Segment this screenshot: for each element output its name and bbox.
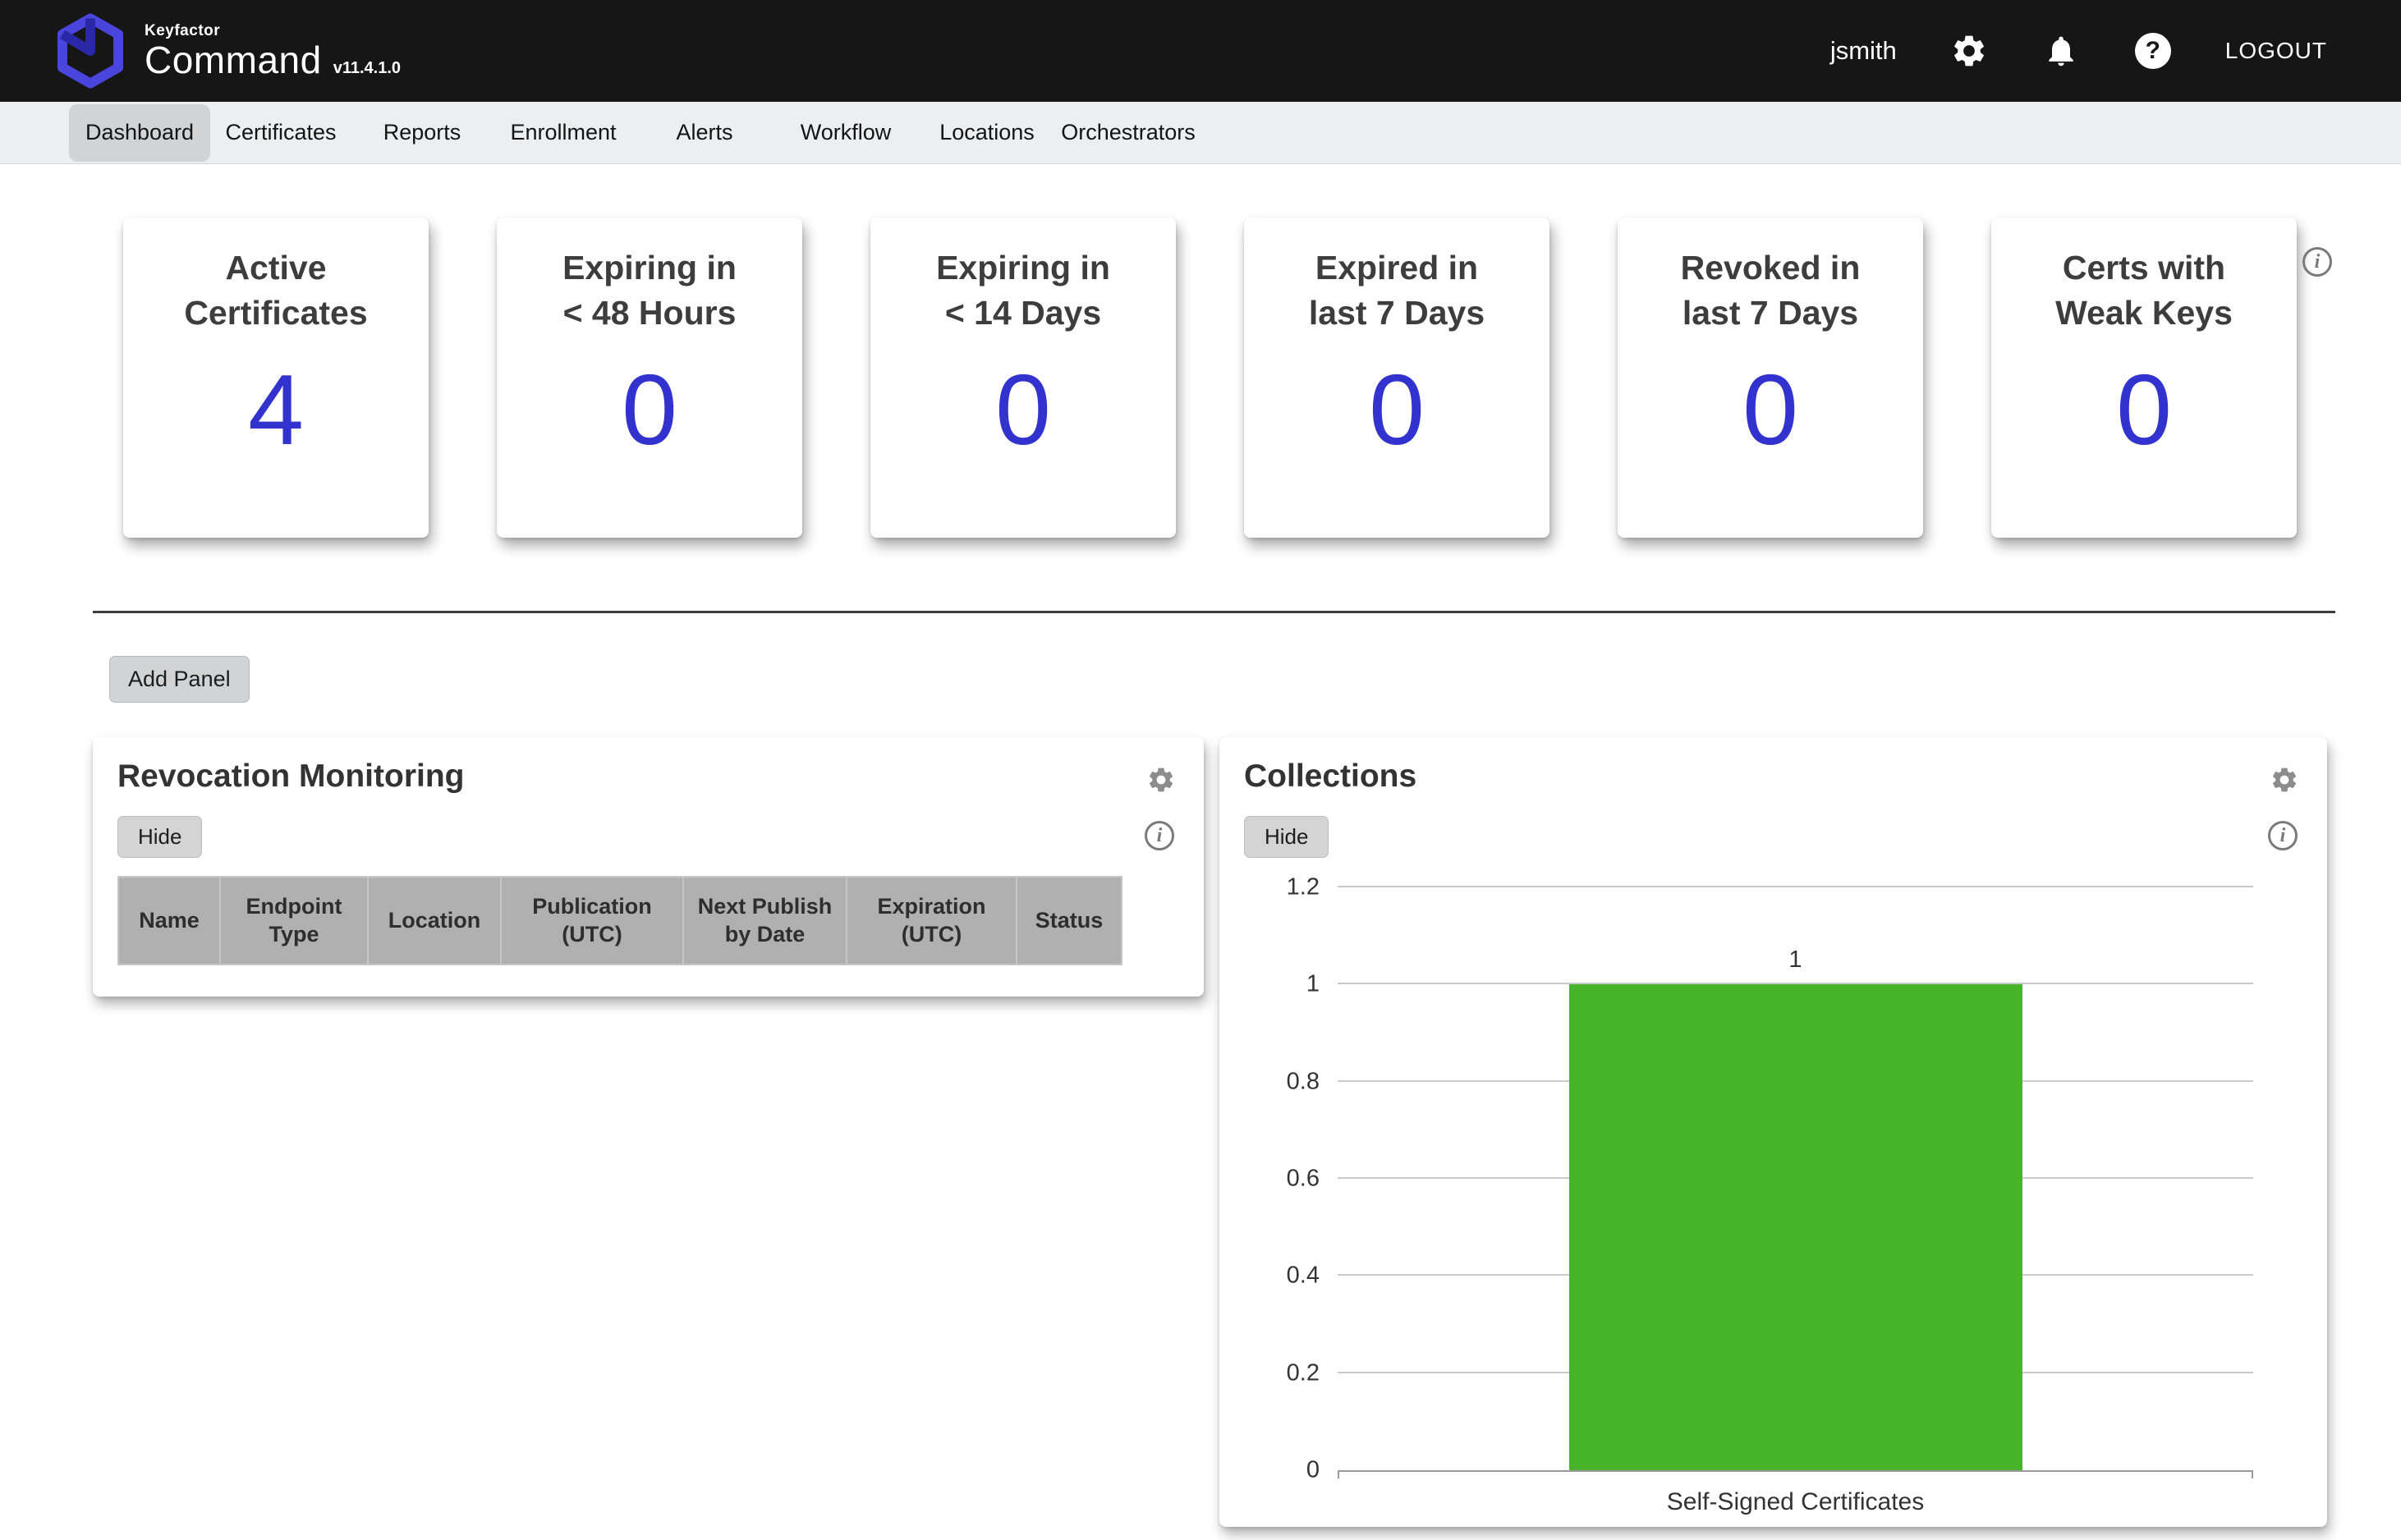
tab-workflow[interactable]: Workflow [775, 104, 916, 162]
dashboard-content: i ActiveCertificates 4 Expiring in< 48 H… [0, 218, 2401, 1527]
col-header-next-publish[interactable]: Next Publish by Date [683, 877, 847, 965]
brand-top-label: Keyfactor [145, 22, 322, 40]
notifications-bell-icon[interactable] [2041, 31, 2081, 71]
card-value: 4 [248, 360, 304, 460]
col-header-endpoint-type[interactable]: Endpoint Type [220, 877, 368, 965]
revocation-table-header-row: Name Endpoint Type Location Publication … [118, 877, 1122, 965]
revocation-table: Name Endpoint Type Location Publication … [117, 876, 1122, 965]
card-value: 0 [995, 360, 1051, 460]
top-bar: Keyfactor Command v11.4.1.0 jsmith ? LOG… [0, 0, 2401, 102]
stat-cards-row: ActiveCertificates 4 Expiring in< 48 Hou… [0, 218, 2401, 538]
card-weak-keys: Certs withWeak Keys 0 [1991, 218, 2297, 538]
help-question-glyph: ? [2135, 33, 2171, 69]
collections-panel: Collections i Hide 00.20.40.60.811.2 1 [1219, 737, 2327, 1527]
keyfactor-logo-icon [53, 13, 128, 89]
settings-gear-icon[interactable] [1949, 31, 1989, 71]
collections-chart: 00.20.40.60.811.2 1 [1313, 887, 2253, 1470]
username-label[interactable]: jsmith [1830, 36, 1897, 66]
gridline [1338, 886, 2253, 887]
card-value: 0 [622, 360, 677, 460]
y-tick-label: 0 [1306, 1457, 1320, 1484]
card-expiring-48h: Expiring in< 48 Hours 0 [497, 218, 802, 538]
y-tick-label: 0.6 [1287, 1166, 1320, 1193]
tab-reports[interactable]: Reports [351, 104, 493, 162]
tab-locations[interactable]: Locations [916, 104, 1058, 162]
card-title: ActiveCertificates [184, 245, 367, 337]
card-expired-7d: Expired inlast 7 Days 0 [1244, 218, 1549, 538]
main-nav: Dashboard Certificates Reports Enrollmen… [0, 102, 2401, 164]
dashboard-info-icon[interactable]: i [2302, 247, 2332, 277]
col-header-publication-utc[interactable]: Publication (UTC) [501, 877, 683, 965]
card-expiring-14d: Expiring in< 14 Days 0 [870, 218, 1176, 538]
col-header-expiration-utc[interactable]: Expiration (UTC) [847, 877, 1017, 965]
tab-dashboard[interactable]: Dashboard [69, 104, 210, 162]
brand: Keyfactor Command v11.4.1.0 [53, 13, 401, 89]
y-tick-label: 1.2 [1287, 874, 1320, 901]
section-divider [93, 611, 2335, 613]
y-tick-label: 0.8 [1287, 1068, 1320, 1095]
col-header-name[interactable]: Name [118, 877, 220, 965]
card-title: Expired inlast 7 Days [1309, 245, 1485, 337]
card-value: 0 [2116, 360, 2172, 460]
tab-orchestrators[interactable]: Orchestrators [1058, 104, 1199, 162]
logout-button[interactable]: LOGOUT [2225, 38, 2327, 64]
tab-enrollment[interactable]: Enrollment [493, 104, 634, 162]
tab-alerts[interactable]: Alerts [634, 104, 775, 162]
x-axis-line [1338, 1470, 2253, 1478]
collections-settings-gear-icon[interactable] [2270, 765, 2299, 799]
help-icon[interactable]: ? [2133, 31, 2173, 71]
info-glyph: i [2280, 825, 2286, 847]
card-title: Expiring in< 14 Days [936, 245, 1110, 337]
brand-main-label: Command [145, 40, 322, 80]
revocation-panel-title: Revocation Monitoring [117, 759, 1179, 795]
revocation-info-icon[interactable]: i [1145, 821, 1174, 850]
bar-value-label: 1 [1569, 946, 2022, 974]
panels-row: Revocation Monitoring i Hide Name Endpoi… [93, 737, 2401, 1527]
collections-panel-title: Collections [1244, 759, 2302, 795]
tab-certificates[interactable]: Certificates [210, 104, 351, 162]
x-category-label: Self-Signed Certificates [1338, 1488, 2253, 1516]
card-active-certificates: ActiveCertificates 4 [123, 218, 429, 538]
card-revoked-7d: Revoked inlast 7 Days 0 [1618, 218, 1923, 538]
card-value: 0 [1369, 360, 1425, 460]
info-glyph: i [2315, 251, 2321, 273]
version-label: v11.4.1.0 [333, 59, 401, 80]
info-glyph: i [1157, 825, 1163, 847]
col-header-location[interactable]: Location [368, 877, 501, 965]
card-title: Expiring in< 48 Hours [562, 245, 737, 337]
chart-bar[interactable]: 1 [1569, 984, 2022, 1470]
col-header-status[interactable]: Status [1017, 877, 1122, 965]
y-tick-label: 1 [1306, 971, 1320, 998]
revocation-monitoring-panel: Revocation Monitoring i Hide Name Endpoi… [93, 737, 1204, 997]
card-title: Certs withWeak Keys [2055, 245, 2233, 337]
collections-info-icon[interactable]: i [2268, 821, 2298, 850]
y-tick-label: 0.2 [1287, 1359, 1320, 1386]
revocation-settings-gear-icon[interactable] [1146, 765, 1176, 799]
collections-hide-button[interactable]: Hide [1244, 816, 1329, 858]
add-panel-button[interactable]: Add Panel [109, 656, 250, 703]
chart-plot: 00.20.40.60.811.2 1 [1338, 887, 2253, 1470]
y-tick-label: 0.4 [1287, 1263, 1320, 1290]
revocation-hide-button[interactable]: Hide [117, 816, 202, 858]
brand-text: Keyfactor Command v11.4.1.0 [145, 22, 401, 80]
top-bar-right: jsmith ? LOGOUT [1830, 31, 2327, 71]
card-title: Revoked inlast 7 Days [1681, 245, 1861, 337]
card-value: 0 [1742, 360, 1798, 460]
